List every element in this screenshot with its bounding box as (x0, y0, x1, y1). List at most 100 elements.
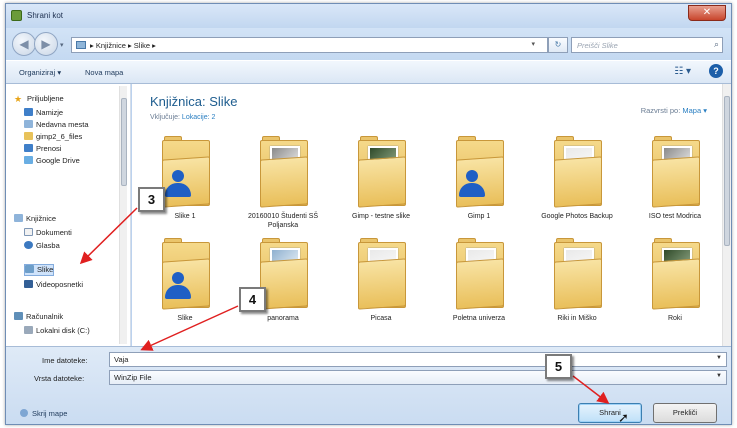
recent-icon (24, 120, 33, 128)
folder-tile[interactable]: Roki (630, 238, 720, 346)
folder-tile[interactable]: Gimp - testne slike (336, 136, 426, 250)
view-options-button[interactable]: ☷ ▾ (674, 66, 691, 77)
folder-icon (554, 136, 602, 208)
folder-tile[interactable]: Gimp 1 (434, 136, 524, 250)
nav-label: Videoposnetki (36, 280, 83, 289)
folder-icon (652, 136, 700, 208)
filename-value: Vaja (114, 355, 129, 364)
downloads-icon (24, 144, 33, 152)
nav-music[interactable]: Glasba (24, 241, 60, 253)
folder-tile[interactable]: Picasa (336, 238, 426, 346)
folder-tile[interactable]: Slike (140, 238, 230, 346)
user-icon (458, 170, 486, 200)
content-scrollbar[interactable] (722, 84, 731, 346)
file-list-pane: Knjižnica: Slike Vključuje: Lokacije: 2 … (132, 84, 731, 346)
arrange-dropdown[interactable]: Mapa ▾ (682, 106, 707, 115)
video-icon (24, 280, 33, 288)
drive-icon (24, 156, 33, 164)
title-bar[interactable]: Shrani kot ✕ (6, 4, 731, 28)
filename-field[interactable]: Vaja ▼ (109, 352, 727, 367)
new-folder-button[interactable]: Nova mapa (85, 68, 123, 77)
folder-icon (24, 132, 33, 140)
disk-icon (24, 326, 33, 334)
folder-tile[interactable]: 20160010 Študenti SŠ Poljanska (238, 136, 328, 250)
nav-favorites[interactable]: ★ Priljubljene (14, 94, 64, 106)
filetype-select[interactable]: WinZip File ▼ (109, 370, 727, 385)
filetype-dropdown-icon[interactable]: ▼ (716, 373, 722, 379)
search-icon: ⌕ (713, 39, 719, 49)
user-icon (164, 170, 192, 200)
arrange-by: Razvrsti po: Mapa ▾ (641, 106, 707, 115)
hide-folders-toggle[interactable]: Skrij mape (20, 409, 67, 418)
nav-label: Slike (37, 265, 54, 274)
desktop-icon (24, 108, 33, 116)
address-dropdown-icon[interactable]: ▾ (531, 40, 535, 48)
back-button[interactable]: ◀ (12, 32, 36, 56)
search-input[interactable]: Preišči Slike ⌕ (571, 37, 723, 53)
help-icon[interactable]: ? (709, 64, 723, 78)
nav-pictures[interactable]: Slike (24, 264, 55, 276)
close-button[interactable]: ✕ (688, 5, 726, 21)
nav-label: Prenosi (36, 144, 62, 153)
content-scroll-thumb[interactable] (724, 96, 730, 246)
nav-videos[interactable]: Videoposnetki (24, 280, 83, 292)
folder-tile[interactable]: ISO test Modrica (630, 136, 720, 250)
step-5-callout: 5 (545, 354, 572, 379)
save-as-dialog: Shrani kot ✕ ◀ ▶ ▾ ▸ Knjižnice ▸ Slike ▸… (5, 3, 732, 425)
folder-icon (260, 136, 308, 208)
window-title: Shrani kot (27, 11, 64, 20)
folder-tile[interactable]: Riki in Miško (532, 238, 622, 346)
libraries-icon (76, 41, 86, 49)
pictures-icon (25, 265, 34, 273)
recent-pages-dropdown[interactable]: ▾ (60, 41, 64, 49)
nav-gimp-files[interactable]: gimp2_6_files (24, 132, 82, 144)
collapse-icon (20, 409, 28, 417)
nav-label: Dokumenti (36, 228, 72, 237)
folder-icon (554, 238, 602, 310)
nav-documents[interactable]: Dokumenti (24, 228, 72, 240)
step-3-callout: 3 (138, 187, 165, 212)
folder-tile[interactable]: Google Photos Backup (532, 136, 622, 250)
cancel-button[interactable]: Prekliči (653, 403, 717, 423)
folder-label: 20160010 Študenti SŠ Poljanska (247, 213, 319, 229)
nav-label: Knjižnice (26, 214, 57, 223)
nav-label: Google Drive (36, 156, 80, 165)
folder-icon (358, 136, 406, 208)
nav-local-disk[interactable]: Lokalni disk (C:) (24, 326, 90, 338)
folder-label: Roki (667, 315, 682, 322)
nav-libraries[interactable]: Knjižnice (14, 214, 56, 226)
search-placeholder: Preišči Slike (577, 41, 618, 50)
address-bar[interactable]: ▸ Knjižnice ▸ Slike ▸ ▾ (71, 37, 548, 53)
folder-icon (456, 238, 504, 310)
folder-label: Slike 1 (174, 213, 196, 220)
folder-icon (652, 238, 700, 310)
nav-label: Lokalni disk (C:) (36, 326, 90, 335)
nav-scrollbar[interactable] (119, 86, 127, 344)
filetype-value: WinZip File (114, 373, 152, 382)
nav-label: Nedavna mesta (36, 120, 89, 129)
organize-button[interactable]: Organiziraj ▾ (19, 68, 61, 77)
nav-scroll-thumb[interactable] (121, 98, 127, 186)
step-4-callout: 4 (239, 287, 266, 312)
library-title: Knjižnica: Slike (150, 94, 238, 109)
hide-folders-label: Skrij mape (32, 409, 68, 418)
folder-label: panorama (267, 315, 299, 322)
refresh-button[interactable]: ↻ (548, 37, 568, 53)
locations-link[interactable]: Lokacije: 2 (182, 114, 215, 121)
breadcrumb[interactable]: ▸ Knjižnice ▸ Slike ▸ (90, 41, 156, 50)
nav-computer[interactable]: Računalnik (14, 312, 63, 324)
folder-label: Gimp - testne slike (352, 213, 410, 220)
folder-label: Riki in Miško (557, 315, 597, 322)
nav-google-drive[interactable]: Google Drive (24, 156, 80, 168)
save-button[interactable]: Shrani (578, 403, 642, 423)
command-bar: Organiziraj ▾ Nova mapa ☷ ▾ ? (6, 60, 731, 84)
nav-recent-places[interactable]: Nedavna mesta (24, 120, 89, 132)
filename-dropdown-icon[interactable]: ▼ (716, 355, 722, 361)
nav-downloads[interactable]: Prenosi (24, 144, 61, 156)
forward-button[interactable]: ▶ (34, 32, 58, 56)
folder-label: Google Photos Backup (541, 213, 613, 220)
folder-tile[interactable]: Poletna univerza (434, 238, 524, 346)
navigation-pane: ★ Priljubljene Namizje Nedavna mesta gimp… (6, 84, 131, 346)
nav-desktop[interactable]: Namizje (24, 108, 63, 120)
folder-label: Gimp 1 (467, 213, 491, 220)
